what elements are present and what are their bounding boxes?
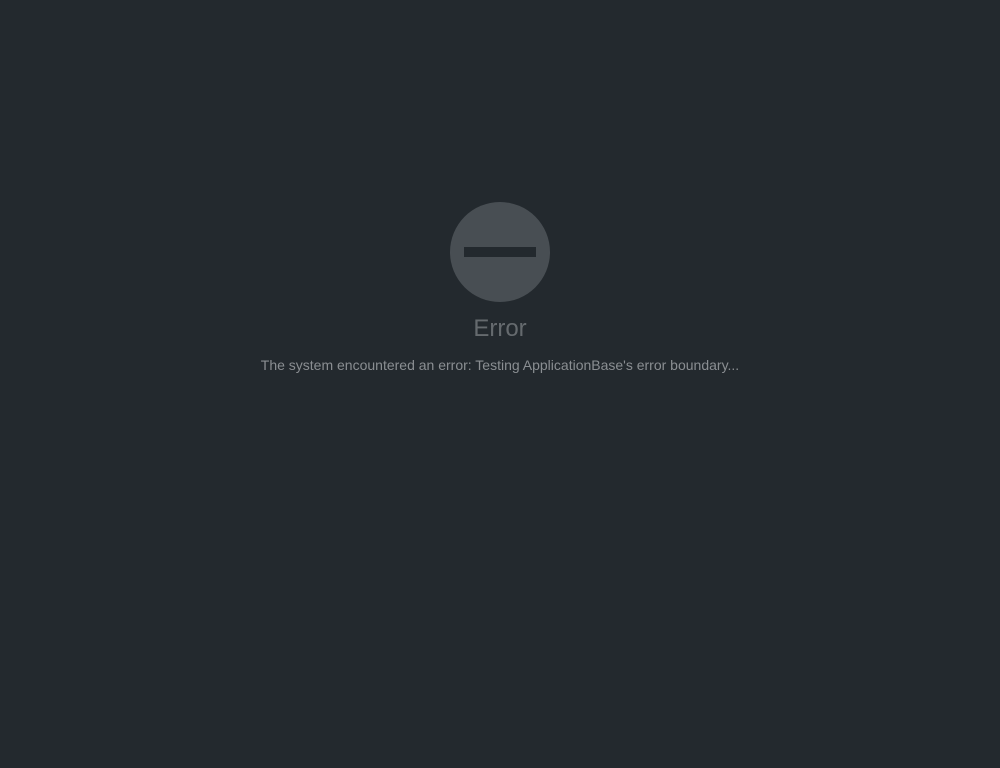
- error-screen: Error The system encountered an error: T…: [0, 0, 1000, 768]
- error-message: The system encountered an error: Testing…: [260, 357, 740, 373]
- error-title: Error: [473, 315, 527, 342]
- no-entry-icon: [450, 202, 550, 302]
- no-entry-icon-bar: [464, 247, 536, 257]
